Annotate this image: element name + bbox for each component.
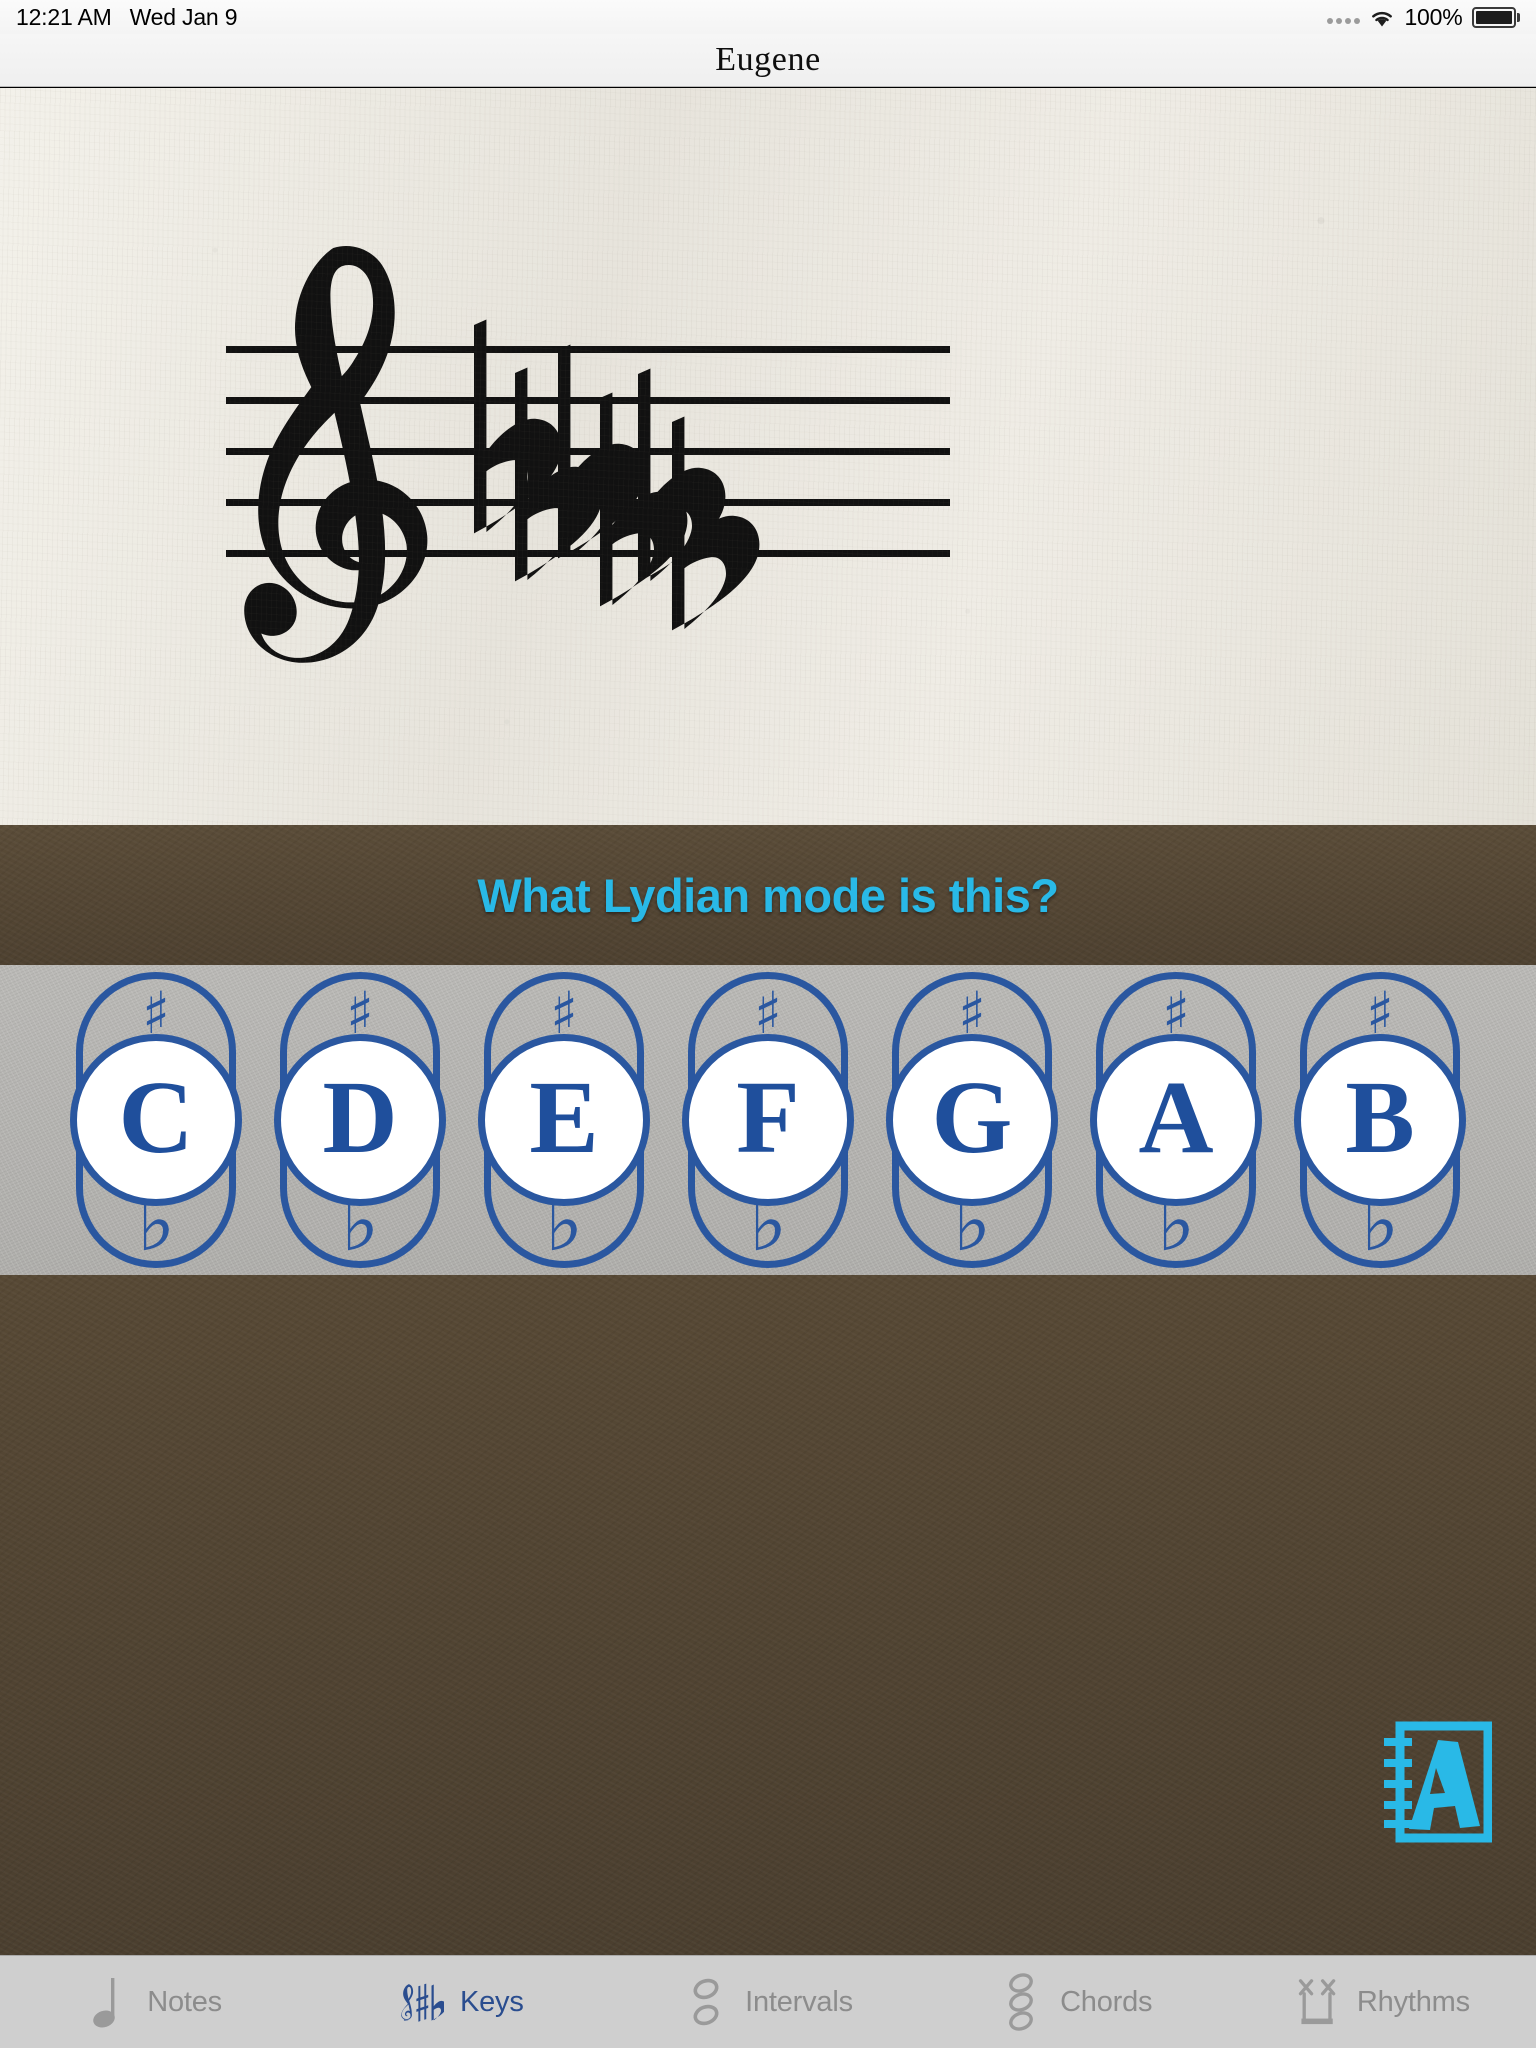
answer-letter: F — [736, 1060, 800, 1175]
battery-percent-label: 100% — [1404, 3, 1463, 30]
answer-letter: D — [322, 1060, 398, 1175]
answer-note-circle[interactable]: C — [70, 1034, 242, 1206]
answer-button-e[interactable]: ♯ E ♭ — [463, 970, 665, 1270]
question-band: What Lydian mode is this? — [0, 825, 1536, 965]
answer-note-circle[interactable]: E — [478, 1034, 650, 1206]
answer-letter: G — [931, 1060, 1013, 1175]
status-date: Wed Jan 9 — [129, 3, 238, 30]
tab-intervals[interactable]: Intervals — [614, 1956, 921, 2048]
answer-letter: E — [529, 1060, 599, 1175]
answer-note-circle[interactable]: F — [682, 1034, 854, 1206]
tab-bar: Notes Keys Intervals Chords Rhythms — [0, 1955, 1536, 2048]
answer-button-a[interactable]: ♯ A ♭ — [1075, 970, 1277, 1270]
nav-bar: Eugene — [0, 34, 1536, 87]
clef-sharp-flat-icon — [398, 1972, 444, 2032]
wifi-icon — [1369, 7, 1395, 27]
answer-note-circle[interactable]: G — [886, 1034, 1058, 1206]
reference-book-a-icon[interactable] — [1382, 1720, 1493, 1845]
music-staff — [226, 246, 950, 663]
answer-letter: C — [118, 1060, 194, 1175]
answer-button-c[interactable]: ♯ C ♭ — [55, 970, 257, 1270]
lower-wood-band — [0, 1275, 1536, 1955]
answer-note-circle[interactable]: D — [274, 1034, 446, 1206]
answer-note-circle[interactable]: A — [1090, 1034, 1262, 1206]
status-bar: 12:21 AM Wed Jan 9 100% — [0, 0, 1536, 34]
answer-button-g[interactable]: ♯ G ♭ — [871, 970, 1073, 1270]
three-noteheads-icon — [998, 1972, 1044, 2032]
page-title: Eugene — [715, 41, 821, 78]
status-bar-right: 100% — [1327, 4, 1520, 31]
tab-label: Chords — [1060, 1985, 1153, 2018]
answer-note-circle[interactable]: B — [1294, 1034, 1466, 1206]
status-bar-left: 12:21 AM Wed Jan 9 — [16, 3, 238, 31]
tab-label: Keys — [459, 1985, 524, 2018]
tab-label: Rhythms — [1356, 1985, 1470, 2018]
answer-buttons-strip: ♯ C ♭ ♯ D ♭ ♯ E ♭ ♯ F ♭ ♯ G ♭ ♯ A ♭ ♯ B … — [0, 965, 1536, 1275]
battery-full-icon — [1471, 6, 1520, 28]
two-noteheads-icon — [683, 1972, 729, 2032]
answer-letter: B — [1345, 1060, 1415, 1175]
answer-button-d[interactable]: ♯ D ♭ — [259, 970, 461, 1270]
answer-button-b[interactable]: ♯ B ♭ — [1279, 970, 1481, 1270]
signal-dots-icon — [1327, 10, 1361, 24]
tab-notes[interactable]: Notes — [0, 1956, 307, 2048]
key-signature-flats — [474, 319, 760, 631]
status-time: 12:21 AM — [16, 3, 112, 30]
question-prompt: What Lydian mode is this? — [477, 868, 1059, 922]
staff-paper-area — [0, 88, 1536, 825]
answer-letter: A — [1138, 1060, 1214, 1175]
tab-label: Intervals — [745, 1985, 853, 2018]
tab-label: Notes — [147, 1985, 222, 2018]
tab-chords[interactable]: Chords — [922, 1956, 1229, 2048]
tab-rhythms[interactable]: Rhythms — [1229, 1956, 1536, 2048]
rhythm-x-notes-icon — [1295, 1972, 1341, 2032]
tab-keys[interactable]: Keys — [307, 1956, 614, 2048]
app-root: 12:21 AM Wed Jan 9 100% Eugene What Lydi… — [0, 0, 1536, 2048]
quarter-note-icon — [85, 1972, 131, 2032]
answer-button-f[interactable]: ♯ F ♭ — [667, 970, 869, 1270]
